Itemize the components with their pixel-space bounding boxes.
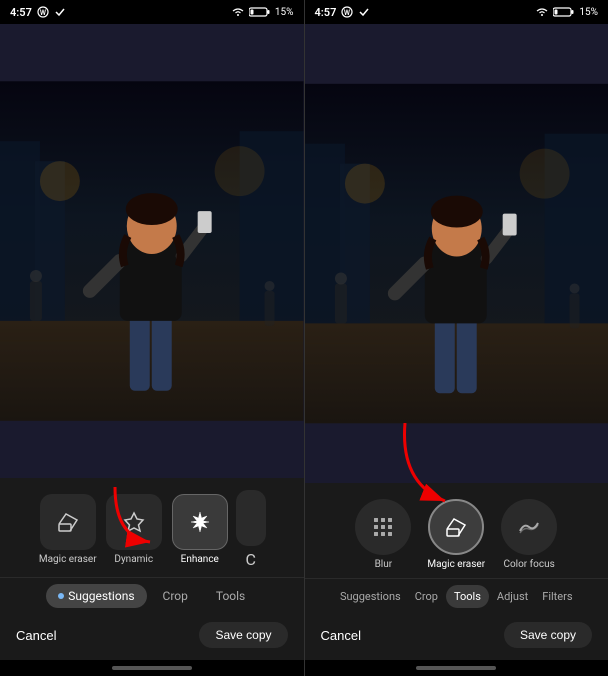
dynamic-icon bbox=[122, 510, 146, 534]
crop-tab-left[interactable]: Crop bbox=[151, 584, 200, 608]
adjust-tab-right[interactable]: Adjust bbox=[491, 585, 534, 608]
status-bar-right: 4:57 W 15% bbox=[305, 0, 608, 24]
magic-eraser-icon-box bbox=[40, 494, 96, 550]
enhance-icon bbox=[188, 510, 212, 534]
bottom-area-left: Magic eraser Dynamic Enhance bbox=[0, 478, 304, 660]
filters-tab-right[interactable]: Filters bbox=[536, 585, 578, 608]
more-label: C bbox=[246, 550, 256, 569]
tools-tab-right[interactable]: Tools bbox=[446, 585, 489, 608]
status-bar-left: 4:57 W 15% bbox=[0, 0, 304, 24]
dynamic-label: Dynamic bbox=[114, 554, 153, 565]
enhance-icon-box bbox=[172, 494, 228, 550]
eraser-icon bbox=[56, 510, 80, 534]
photo-right bbox=[305, 24, 608, 483]
battery-text-right: 15% bbox=[579, 7, 598, 18]
color-focus-circle bbox=[501, 499, 557, 555]
tools-tab-label-right: Tools bbox=[454, 590, 481, 603]
battery-icon-left bbox=[249, 6, 271, 18]
svg-text:W: W bbox=[40, 9, 47, 17]
magic-eraser-circle-icon bbox=[444, 515, 468, 539]
circle-tools-row: Blur Magic eraser Colo bbox=[305, 483, 608, 578]
crop-tab-right[interactable]: Crop bbox=[409, 585, 444, 608]
action-bar-right: Cancel Save copy bbox=[305, 614, 608, 660]
home-indicator-right bbox=[305, 660, 608, 676]
color-focus-label: Color focus bbox=[503, 559, 554, 570]
check-icon-right bbox=[358, 6, 370, 18]
bottom-area-right: Blur Magic eraser Colo bbox=[305, 483, 608, 660]
whatsapp-icon: W bbox=[36, 6, 50, 18]
enhance-label: Enhance bbox=[181, 554, 219, 565]
home-bar-left bbox=[112, 666, 192, 670]
save-copy-button-left[interactable]: Save copy bbox=[199, 622, 287, 648]
cancel-button-left[interactable]: Cancel bbox=[16, 628, 56, 643]
wifi-icon-left bbox=[231, 6, 245, 18]
more-icon-box bbox=[236, 490, 266, 546]
magic-eraser-circle bbox=[428, 499, 484, 555]
tab-dot-left bbox=[58, 593, 64, 599]
cancel-button-right[interactable]: Cancel bbox=[321, 628, 361, 643]
blur-icon bbox=[371, 515, 395, 539]
more-tool[interactable]: C bbox=[236, 490, 266, 569]
svg-text:W: W bbox=[344, 9, 351, 17]
home-indicator-left bbox=[0, 660, 304, 676]
magic-eraser-circle-label: Magic eraser bbox=[427, 559, 485, 570]
magic-eraser-tool[interactable]: Magic eraser bbox=[38, 494, 98, 565]
home-bar-right bbox=[416, 666, 496, 670]
time-right: 4:57 bbox=[315, 6, 337, 19]
left-panel: 4:57 W 15% bbox=[0, 0, 304, 676]
tools-row-left: Magic eraser Dynamic Enhance bbox=[0, 478, 304, 577]
suggestions-tab-label-left: Suggestions bbox=[68, 589, 134, 603]
check-icon bbox=[54, 6, 66, 18]
status-left-right: 4:57 W bbox=[315, 6, 371, 19]
battery-icon-right bbox=[553, 6, 575, 18]
tools-tab-label-left: Tools bbox=[216, 589, 245, 603]
wifi-icon-right bbox=[535, 6, 549, 18]
right-panel: 4:57 W 15% bbox=[305, 0, 608, 676]
status-right-left: 15% bbox=[231, 6, 294, 18]
tab-bar-left: Suggestions Crop Tools bbox=[0, 577, 304, 614]
color-focus-tool[interactable]: Color focus bbox=[501, 499, 557, 570]
time-left: 4:57 bbox=[10, 6, 32, 19]
magic-eraser-circle-tool[interactable]: Magic eraser bbox=[427, 499, 485, 570]
suggestions-tab-right[interactable]: Suggestions bbox=[334, 585, 407, 608]
suggestions-tab-left[interactable]: Suggestions bbox=[46, 584, 146, 608]
color-focus-icon bbox=[517, 515, 541, 539]
photo-left bbox=[0, 24, 304, 478]
blur-tool[interactable]: Blur bbox=[355, 499, 411, 570]
battery-text-left: 15% bbox=[275, 7, 294, 18]
save-copy-button-right[interactable]: Save copy bbox=[504, 622, 592, 648]
blur-circle bbox=[355, 499, 411, 555]
suggestions-tab-label-right: Suggestions bbox=[340, 590, 401, 603]
filters-tab-label-right: Filters bbox=[542, 590, 572, 603]
blur-label: Blur bbox=[375, 559, 393, 570]
tab-bar-right: Suggestions Crop Tools Adjust Filters bbox=[305, 578, 608, 614]
dynamic-icon-box bbox=[106, 494, 162, 550]
photo-area-right bbox=[305, 24, 608, 483]
whatsapp-icon-right: W bbox=[340, 6, 354, 18]
enhance-tool[interactable]: Enhance bbox=[170, 494, 230, 565]
dynamic-tool[interactable]: Dynamic bbox=[104, 494, 164, 565]
magic-eraser-label: Magic eraser bbox=[39, 554, 97, 565]
status-left: 4:57 W bbox=[10, 6, 66, 19]
crop-tab-label-left: Crop bbox=[163, 589, 188, 603]
action-bar-left: Cancel Save copy bbox=[0, 614, 304, 660]
photo-area-left bbox=[0, 24, 304, 478]
tools-tab-left[interactable]: Tools bbox=[204, 584, 257, 608]
crop-tab-label-right: Crop bbox=[415, 590, 438, 603]
status-right-right: 15% bbox=[535, 6, 598, 18]
adjust-tab-label-right: Adjust bbox=[497, 590, 528, 603]
